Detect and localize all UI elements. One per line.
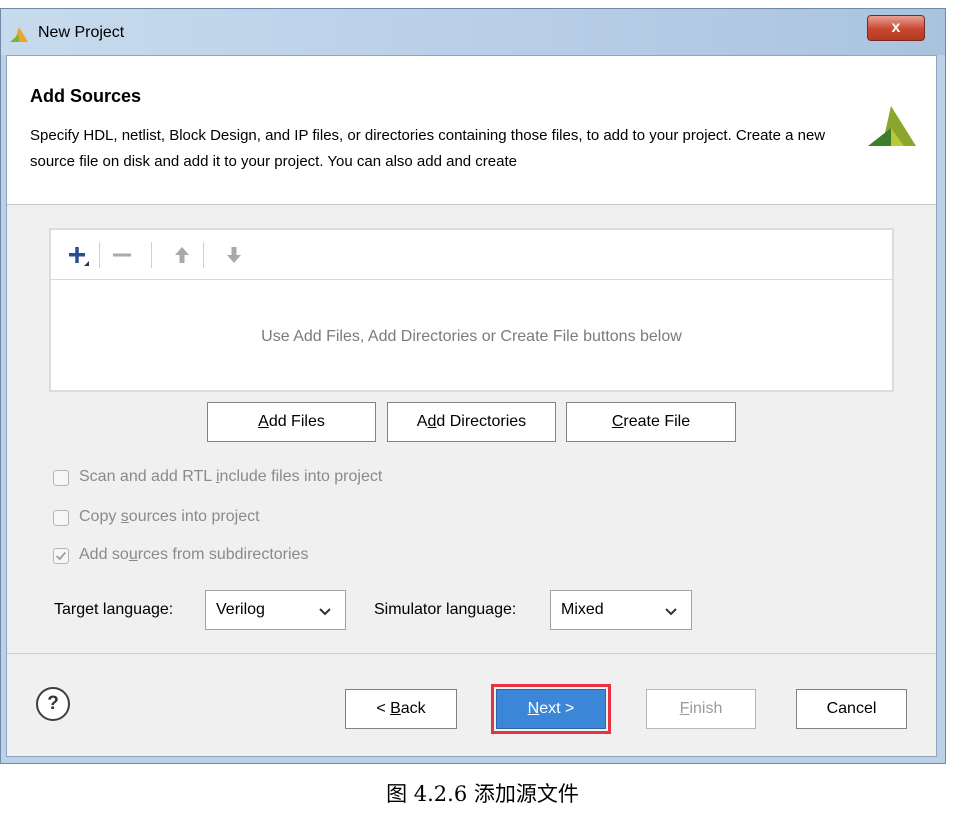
button-mnemonic: A: [258, 413, 269, 430]
button-mnemonic: N: [527, 700, 540, 717]
button-mnemonic: B: [390, 700, 401, 717]
target-language-label: Target language:: [54, 601, 174, 618]
target-language-select[interactable]: Verilog: [205, 590, 346, 630]
chevron-down-icon: [665, 608, 677, 616]
move-down-icon[interactable]: [221, 242, 247, 268]
wizard-header: Add Sources Specify HDL, netlist, Block …: [7, 56, 936, 205]
button-mnemonic: C: [611, 413, 624, 430]
close-button[interactable]: x: [867, 15, 925, 41]
button-label: dd Files: [268, 413, 325, 430]
create-file-button[interactable]: Create File: [566, 402, 736, 442]
scan-rtl-option[interactable]: Scan and add RTL include files into proj…: [53, 468, 453, 490]
scan-rtl-checkbox[interactable]: [53, 470, 69, 486]
page-description: Specify HDL, netlist, Block Design, and …: [30, 127, 826, 170]
option-label: Scan and add RTL include files into proj…: [79, 468, 383, 485]
footer-divider: [7, 653, 936, 654]
copy-sources-checkbox[interactable]: [53, 510, 69, 526]
button-label: inish: [689, 700, 723, 717]
move-up-icon[interactable]: [169, 242, 195, 268]
figure-caption: 图 4.2.6 添加源文件: [386, 782, 579, 806]
copy-sources-option[interactable]: Copy sources into project: [53, 508, 353, 530]
empty-sources-message: Use Add Files, Add Directories or Create…: [261, 328, 682, 345]
button-label: ack: [400, 700, 426, 717]
next-button[interactable]: Next >: [496, 689, 606, 729]
remove-icon[interactable]: [109, 242, 135, 268]
button-label: reate File: [623, 413, 691, 430]
button-label: Cancel: [826, 700, 877, 717]
window-title: New Project: [38, 24, 125, 41]
button-mnemonic: F: [679, 700, 690, 717]
option-label: Copy sources into project: [79, 508, 260, 525]
page-title: Add Sources: [30, 86, 142, 106]
simulator-language-select[interactable]: Mixed: [550, 590, 692, 630]
add-icon[interactable]: [65, 242, 91, 268]
sources-toolbar: [51, 230, 892, 280]
option-label: Add sources from subdirectories: [79, 546, 309, 563]
button-label: ext >: [539, 700, 575, 717]
sources-panel: Use Add Files, Add Directories or Create…: [49, 228, 894, 392]
new-project-window: New Project x Add Sources Specify HDL, n…: [0, 8, 946, 764]
dialog-body: Add Sources Specify HDL, netlist, Block …: [6, 55, 937, 757]
help-icon: ?: [47, 693, 59, 714]
button-label: A: [416, 413, 428, 430]
button-label: <: [376, 700, 391, 717]
add-files-button[interactable]: Add Files: [207, 402, 376, 442]
toolbar-separator: [203, 242, 204, 268]
button-label: d Directories: [436, 413, 527, 430]
cancel-button[interactable]: Cancel: [796, 689, 907, 729]
select-value: Verilog: [216, 601, 265, 618]
add-subdirectories-checkbox[interactable]: [53, 548, 69, 564]
toolbar-separator: [99, 242, 100, 268]
finish-button[interactable]: Finish: [646, 689, 756, 729]
vivado-logo-icon: [10, 27, 28, 42]
close-icon: x: [891, 19, 901, 36]
simulator-language-label: Simulator language:: [374, 601, 517, 618]
vivado-logo-icon: [868, 106, 916, 146]
add-subdirectories-option[interactable]: Add sources from subdirectories: [53, 546, 373, 568]
add-directories-button[interactable]: Add Directories: [387, 402, 556, 442]
checkmark-icon: [56, 551, 67, 561]
chevron-down-icon: [319, 608, 331, 616]
title-bar[interactable]: New Project x: [1, 9, 945, 55]
select-value: Mixed: [561, 601, 604, 618]
back-button[interactable]: < Back: [345, 689, 457, 729]
toolbar-separator: [151, 242, 152, 268]
help-button[interactable]: ?: [36, 687, 70, 721]
